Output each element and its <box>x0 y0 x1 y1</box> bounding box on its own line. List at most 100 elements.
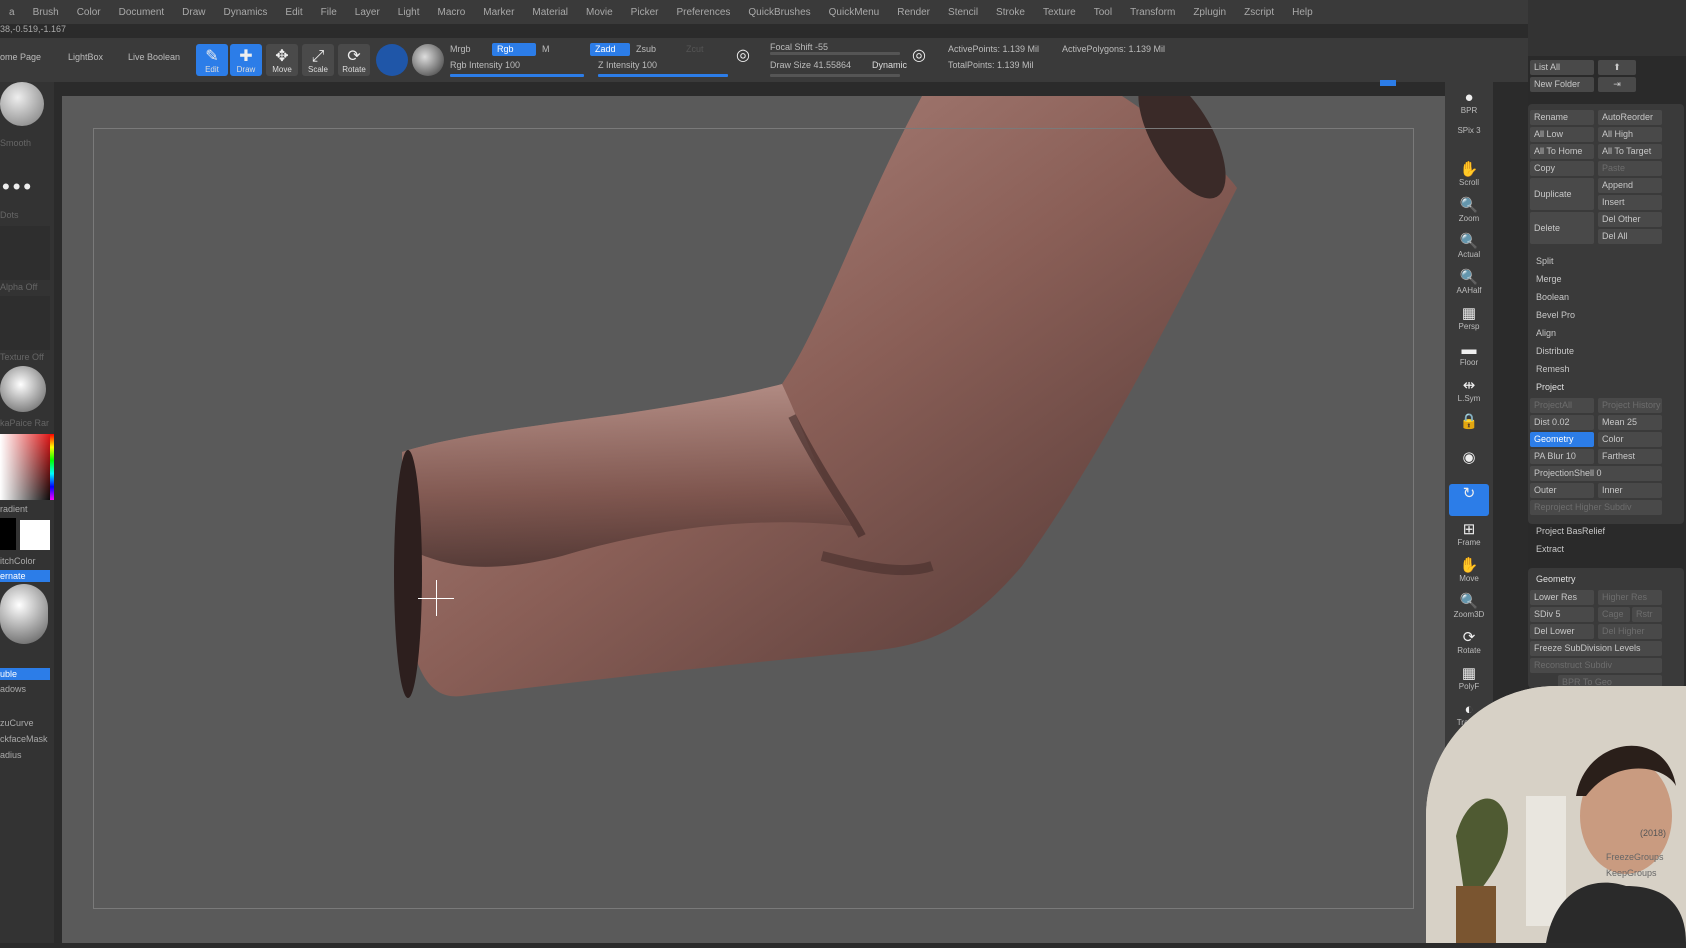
rtool-spix-3[interactable]: SPix 3 <box>1449 124 1489 156</box>
rotate-button[interactable]: ⟳ Rotate <box>338 44 370 76</box>
radius-label[interactable]: adius <box>0 750 22 760</box>
list-all-button[interactable]: List All <box>1530 60 1594 75</box>
rgb-intensity-track[interactable] <box>450 74 584 77</box>
menu-item-picker[interactable]: Picker <box>622 7 668 18</box>
del-lower-button[interactable]: Del Lower <box>1530 624 1594 639</box>
geometry-toggle[interactable]: Geometry <box>1530 432 1594 447</box>
menu-item-edit[interactable]: Edit <box>276 7 311 18</box>
projection-shell-slider[interactable]: ProjectionShell 0 <box>1530 466 1662 481</box>
rtool-move[interactable]: ✋ Move <box>1449 556 1489 588</box>
geometry-header[interactable]: Geometry <box>1532 572 1662 587</box>
del-all-button[interactable]: Del All <box>1598 229 1662 244</box>
delete-button[interactable]: Delete <box>1530 212 1594 244</box>
cage-button[interactable]: Cage <box>1598 607 1630 622</box>
rtool-scroll[interactable]: ✋ Scroll <box>1449 160 1489 192</box>
all-to-home-button[interactable]: All To Home <box>1530 144 1594 159</box>
rtool-aahalf[interactable]: 🔍 AAHalf <box>1449 268 1489 300</box>
rename-button[interactable]: Rename <box>1530 110 1594 125</box>
menu-item-stencil[interactable]: Stencil <box>939 7 987 18</box>
rtool-frame[interactable]: ⊞ Frame <box>1449 520 1489 552</box>
copy-button[interactable]: Copy <box>1530 161 1594 176</box>
menu-item-stroke[interactable]: Stroke <box>987 7 1034 18</box>
duplicate-button[interactable]: Duplicate <box>1530 178 1594 210</box>
material-sphere-button[interactable] <box>376 44 408 76</box>
extract-menu[interactable]: Extract <box>1532 542 1662 557</box>
merge-menu[interactable]: Merge <box>1532 272 1662 287</box>
reconstruct-subdiv-button[interactable]: Reconstruct Subdiv <box>1530 658 1662 673</box>
arrow-right-icon[interactable]: ⇥ <box>1598 77 1636 92</box>
menu-item-brush[interactable]: Brush <box>24 7 68 18</box>
backfacemask-label[interactable]: ckfaceMask <box>0 734 48 744</box>
focal-shift-track[interactable] <box>770 52 900 55</box>
zsub-button[interactable]: Zsub <box>636 44 656 54</box>
del-other-button[interactable]: Del Other <box>1598 212 1662 227</box>
menu-item-marker[interactable]: Marker <box>474 7 523 18</box>
menu-item-transform[interactable]: Transform <box>1121 7 1184 18</box>
smooth-brush-icon[interactable] <box>0 82 44 126</box>
draw-button[interactable]: ✚ Draw <box>230 44 262 76</box>
menu-item-quickbrushes[interactable]: QuickBrushes <box>739 7 819 18</box>
dynamic-button[interactable]: Dynamic <box>872 60 907 70</box>
zcut-button[interactable]: Zcut <box>686 44 704 54</box>
project-basrelief-menu[interactable]: Project BasRelief <box>1532 524 1662 539</box>
remesh-menu[interactable]: Remesh <box>1532 362 1662 377</box>
rgb-button[interactable]: Rgb <box>492 43 536 56</box>
append-button[interactable]: Append <box>1598 178 1662 193</box>
menu-item-file[interactable]: File <box>312 7 346 18</box>
rtool-slot-9[interactable]: 🔒 <box>1449 412 1489 444</box>
distribute-menu[interactable]: Distribute <box>1532 344 1662 359</box>
menu-item-material[interactable]: Material <box>523 7 577 18</box>
double-toggle[interactable]: uble <box>0 668 50 680</box>
align-menu[interactable]: Align <box>1532 326 1662 341</box>
farthest-toggle[interactable]: Farthest <box>1598 449 1662 464</box>
rtool-zoom3d[interactable]: 🔍 Zoom3D <box>1449 592 1489 624</box>
draw-size-slider[interactable]: Draw Size 41.55864 <box>770 60 851 70</box>
menu-item-tool[interactable]: Tool <box>1085 7 1121 18</box>
freeze-subdiv-button[interactable]: Freeze SubDivision Levels <box>1530 641 1662 656</box>
menu-item-movie[interactable]: Movie <box>577 7 622 18</box>
rstr-button[interactable]: Rstr <box>1632 607 1662 622</box>
dots-stroke-icon[interactable]: ••• <box>2 174 34 200</box>
edit-button[interactable]: ✎ Edit <box>196 44 228 76</box>
mrgb-button[interactable]: Mrgb <box>450 44 471 54</box>
outer-toggle[interactable]: Outer <box>1530 483 1594 498</box>
draw-size-track[interactable] <box>770 74 900 77</box>
new-folder-button[interactable]: New Folder <box>1530 77 1594 92</box>
move-up-icon[interactable]: ⬆ <box>1598 60 1636 75</box>
menu-item-draw[interactable]: Draw <box>173 7 214 18</box>
color-toggle[interactable]: Color <box>1598 432 1662 447</box>
scale-button[interactable]: ⤢ Scale <box>302 44 334 76</box>
rtool-polyf[interactable]: ▦ PolyF <box>1449 664 1489 696</box>
color-picker[interactable] <box>0 434 52 500</box>
matcap-sphere-icon[interactable] <box>0 366 46 412</box>
z-intensity-track[interactable] <box>598 74 728 77</box>
rtool-rotate[interactable]: ⟳ Rotate <box>1449 628 1489 660</box>
rtool-slot-10[interactable]: ◉ <box>1449 448 1489 480</box>
menu-item-preferences[interactable]: Preferences <box>667 7 739 18</box>
reproject-button[interactable]: Reproject Higher Subdiv <box>1530 500 1662 515</box>
alternate-toggle[interactable]: ernate <box>0 570 50 582</box>
color-sphere-button[interactable] <box>412 44 444 76</box>
switch-color-label[interactable]: itchColor <box>0 556 36 566</box>
keep-groups-label[interactable]: KeepGroups <box>1606 868 1657 878</box>
menu-item-render[interactable]: Render <box>888 7 939 18</box>
move-button[interactable]: ✥ Move <box>266 44 298 76</box>
split-menu[interactable]: Split <box>1532 254 1662 269</box>
main-color-swatch[interactable] <box>20 520 50 550</box>
mean-slider[interactable]: Mean 25 <box>1598 415 1662 430</box>
inner-toggle[interactable]: Inner <box>1598 483 1662 498</box>
rtool-persp[interactable]: ▦ Persp <box>1449 304 1489 336</box>
lower-res-button[interactable]: Lower Res <box>1530 590 1594 605</box>
zadd-button[interactable]: Zadd <box>590 43 630 56</box>
all-low-button[interactable]: All Low <box>1530 127 1594 142</box>
secondary-color-swatch[interactable] <box>0 518 16 550</box>
menu-item-dynamics[interactable]: Dynamics <box>215 7 277 18</box>
insert-button[interactable]: Insert <box>1598 195 1662 210</box>
rtool-slot-11[interactable]: ↻ <box>1449 484 1489 516</box>
menu-item-layer[interactable]: Layer <box>346 7 389 18</box>
focal-shift-slider[interactable]: Focal Shift -55 <box>770 42 828 52</box>
autoreorder-button[interactable]: AutoReorder <box>1598 110 1662 125</box>
lightbox-button[interactable]: LightBox <box>68 52 103 62</box>
hue-strip[interactable] <box>50 434 54 500</box>
project-menu[interactable]: Project <box>1532 380 1662 395</box>
